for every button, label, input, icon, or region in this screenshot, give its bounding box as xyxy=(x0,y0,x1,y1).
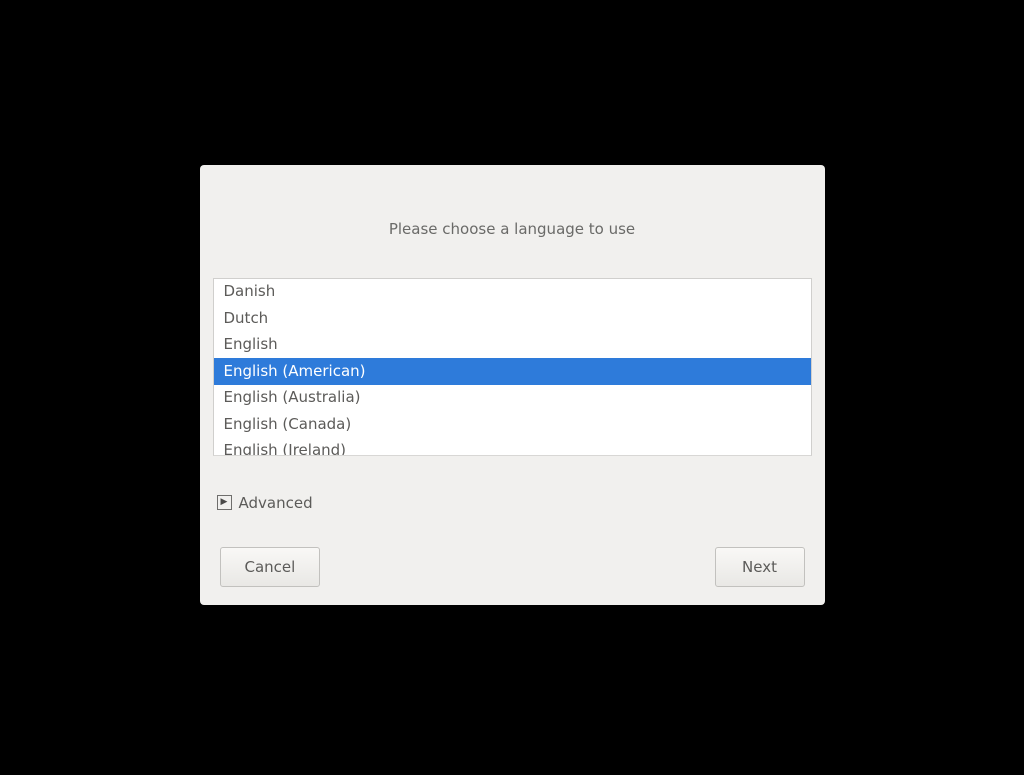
advanced-toggle[interactable]: ▶ Advanced xyxy=(217,494,805,512)
next-button[interactable]: Next xyxy=(715,547,805,587)
language-item-selected[interactable]: English (American) xyxy=(214,358,811,385)
button-row: Cancel Next xyxy=(220,547,805,587)
language-item[interactable]: Danish xyxy=(214,279,811,306)
language-item[interactable]: English (Ireland) xyxy=(214,438,811,456)
language-list[interactable]: Danish Dutch English English (American) … xyxy=(213,278,812,456)
language-item[interactable]: Dutch xyxy=(214,305,811,332)
expand-right-icon: ▶ xyxy=(217,495,232,510)
language-dialog: Please choose a language to use Danish D… xyxy=(200,165,825,605)
advanced-label: Advanced xyxy=(239,494,313,512)
language-item[interactable]: English xyxy=(214,332,811,359)
dialog-title: Please choose a language to use xyxy=(220,220,805,238)
language-item[interactable]: English (Australia) xyxy=(214,385,811,412)
cancel-button[interactable]: Cancel xyxy=(220,547,321,587)
language-item[interactable]: English (Canada) xyxy=(214,411,811,438)
